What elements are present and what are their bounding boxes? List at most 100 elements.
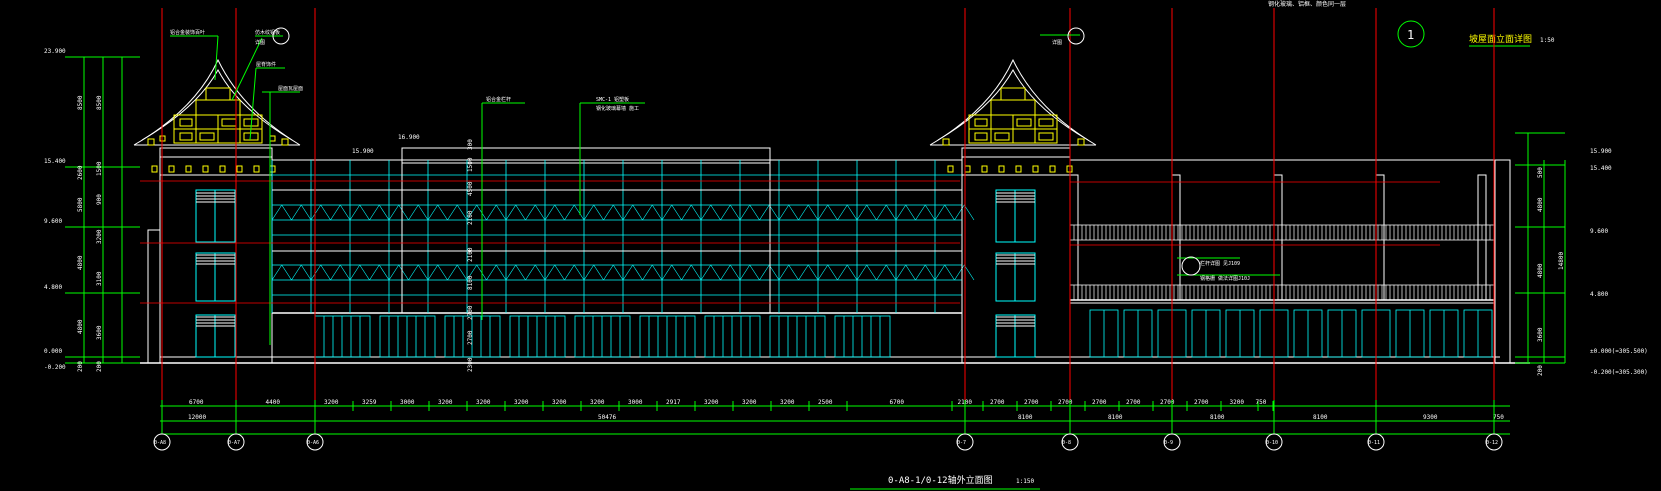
left-dim-inner: 1500 (96, 161, 103, 176)
left-pilaster (147, 229, 161, 364)
detail-number: 1 (1407, 28, 1414, 42)
axis-label: 0-A6 (307, 440, 319, 446)
bottom-dim-row1: 2917 (666, 399, 681, 406)
left-elev-label: 15.400 (44, 158, 66, 165)
right-dim: 4800 (1537, 263, 1544, 278)
inline-elev: 15.900 (352, 148, 374, 155)
bottom-dim-row1: 3200 (476, 399, 491, 406)
center-dim-label: 300 (467, 139, 474, 150)
bottom-dim-row2: 8100 (1018, 414, 1033, 421)
bottom-dim-row1: 2700 (1092, 399, 1107, 406)
callout-label: 钢化玻璃幕墙 施工 (596, 105, 639, 112)
axis-label: 0-9 (1164, 440, 1173, 446)
bottom-dim-row2: 8100 (1313, 414, 1328, 421)
axis-bubble: 0-9 (1163, 400, 1181, 451)
bottom-dim-row1: 3200 (438, 399, 453, 406)
bottom-dim-row1: 2700 (1058, 399, 1073, 406)
center-dim-label: 4500 (467, 181, 474, 196)
axis-label: 0-7 (957, 440, 966, 446)
center-dim-label: 2700 (467, 305, 474, 320)
left-elev-label: 4.800 (44, 284, 62, 291)
detail-scale: 1:50 (1540, 37, 1555, 44)
right-dim: 3600 (1537, 327, 1544, 342)
axis-bubble: 0-A6 (306, 400, 324, 451)
axis-bubble: 0-7 (956, 400, 974, 451)
callout-label: 铝合金装饰百叶 (170, 29, 205, 36)
center-dim-label: 2700 (467, 330, 474, 345)
bottom-dim-row1: 3000 (400, 399, 415, 406)
bottom-dim-row1: 3200 (780, 399, 795, 406)
right-elev-label: 4.800 (1590, 291, 1608, 298)
bottom-dim-row1: 3000 (628, 399, 643, 406)
axis-label: 0-12 (1486, 440, 1498, 446)
right-dim: 200 (1537, 365, 1544, 376)
detail-title: 坡屋面立面详图 (1469, 33, 1532, 45)
right-note-callout (1181, 256, 1201, 276)
axis-label: 0-10 (1266, 440, 1278, 446)
right-dim: 500 (1537, 167, 1544, 178)
bottom-dim-row1: 3200 (590, 399, 605, 406)
center-dim-label: 2100 (467, 247, 474, 262)
bottom-dim-row2: 8100 (1210, 414, 1225, 421)
left-elev-label: 0.000 (44, 348, 62, 355)
axis-label: 0-A7 (228, 440, 240, 446)
axis-bubble: 0-8 (1061, 400, 1079, 451)
callout-label: 铝合金栏杆 (486, 96, 511, 103)
bottom-dim-row1: 3200 (742, 399, 757, 406)
bottom-dim-row2: 12000 (188, 414, 206, 421)
callout-label: SMC-1 铝塑板 (596, 96, 629, 103)
axis-bubble: 0-10 (1265, 400, 1283, 451)
left-dim-outer: 2600 (77, 165, 84, 180)
left-dim-outer: 200 (77, 361, 84, 372)
callout-label: 屋面瓦屋面 (278, 86, 303, 92)
bottom-dim-row1: 2700 (1194, 399, 1209, 406)
right-elev-label: 9.600 (1590, 228, 1608, 235)
curtain-wall (271, 147, 975, 358)
bottom-dim-row1: 3200 (324, 399, 339, 406)
center-dim-label: 2100 (467, 210, 474, 225)
callout-label: 钢格栅 做法详图J10J (1200, 275, 1250, 282)
left-dim-inner: 3600 (96, 325, 103, 340)
bottom-dim-row2: 50476 (598, 414, 616, 421)
left-elev-label: 23.900 (44, 48, 66, 55)
left-dim-inner: 200 (96, 361, 103, 372)
bottom-dim-row1: 2700 (1160, 399, 1175, 406)
callout-label: 屋脊饰件 (256, 61, 276, 68)
axis-label: 0-8 (1062, 440, 1071, 446)
axis-label: 0-A8 (154, 440, 166, 446)
callout-label: 详图 (1052, 39, 1062, 46)
bottom-dim-row1: 4400 (266, 399, 281, 406)
bottom-dim-row1: 3259 (362, 399, 377, 406)
bottom-dim-row1: 3200 (514, 399, 529, 406)
bottom-dim-row1: 2700 (990, 399, 1005, 406)
bottom-dim-row1: 750 (1256, 399, 1267, 406)
left-dim-inner: 900 (96, 194, 103, 205)
left-dim-outer: 5800 (77, 197, 84, 212)
left-dim-inner: 3100 (96, 271, 103, 286)
right-tower (929, 58, 1097, 364)
bottom-dim-row2: 750 (1493, 414, 1504, 421)
bottom-dim-row1: 3200 (552, 399, 567, 406)
right-elev-label: 15.900 (1590, 148, 1612, 155)
left-dim-inner: 3200 (96, 229, 103, 244)
right-corridor-block (1069, 159, 1511, 364)
left-elev-label: 9.600 (44, 218, 62, 225)
callout-label: 详图 (255, 39, 265, 46)
bottom-dim-row2: 9300 (1423, 414, 1438, 421)
right-total-dim: 14800 (1558, 252, 1565, 270)
bottom-dim-row1: 3200 (704, 399, 719, 406)
axis-bubble: 0-A8 (153, 400, 171, 451)
cad-elevation-drawing: 钢化玻璃、铝框、颜色同一层 1 坡屋面立面详图 1:50 23.900 15.4… (44, 0, 1648, 490)
drawing-title: 0-A8-1/0-12轴外立面图 (888, 474, 993, 486)
left-dim-outer: 4800 (77, 255, 84, 270)
bottom-dim-row2: 8100 (1108, 414, 1123, 421)
top-right-note: 钢化玻璃、铝框、颜色同一层 (1268, 0, 1346, 8)
axis-label: 0-11 (1368, 440, 1380, 446)
right-elev-label: -0.200(=305.300) (1590, 369, 1648, 376)
bottom-dim-row1: 2700 (1126, 399, 1141, 406)
left-dim-outer: 8500 (77, 95, 84, 110)
bottom-dimension-lines (160, 405, 1510, 435)
drawing-scale: 1:150 (1016, 478, 1034, 485)
axis-bubble: 0-11 (1367, 400, 1385, 451)
callout-label: 栏杆详图 见J109 (1200, 260, 1240, 267)
